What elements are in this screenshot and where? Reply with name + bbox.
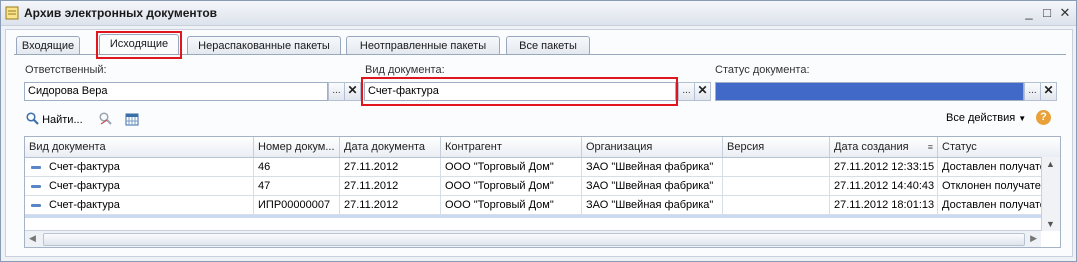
doc-type-clear-button[interactable]: ✕ xyxy=(694,82,711,101)
cancel-search-icon xyxy=(99,112,112,125)
responsible-select-button[interactable]: ... xyxy=(328,82,345,101)
cell-created-date: 27.11.2012 14:40:43 xyxy=(830,177,938,195)
doc-type-input[interactable]: Счет-фактура xyxy=(364,82,676,101)
search-icon xyxy=(26,112,39,125)
cell-status: Доставлен получате xyxy=(942,199,1041,211)
table-header: Вид документа Номер докум... Дата докуме… xyxy=(25,137,1060,158)
tab-label: Все пакеты xyxy=(519,40,577,52)
tab-unpacked[interactable]: Нераспакованные пакеты xyxy=(187,36,341,55)
responsible-label: Ответственный: xyxy=(25,64,107,76)
doc-status-select-button[interactable]: ... xyxy=(1024,82,1041,101)
doc-status-label: Статус документа: xyxy=(715,64,810,76)
cell-created-date: 27.11.2012 12:33:15 xyxy=(830,158,938,176)
tab-divider xyxy=(14,54,1066,55)
window-title: Архив электронных документов xyxy=(24,6,218,20)
find-button[interactable]: Найти... xyxy=(26,112,83,126)
tab-incoming[interactable]: Входящие xyxy=(16,36,80,55)
cell-doc-type: Счет-фактура xyxy=(25,196,254,214)
tab-label: Исходящие xyxy=(109,38,169,50)
tab-label: Входящие xyxy=(21,40,75,52)
all-actions-menu[interactable]: Все действия ▼ xyxy=(946,112,1026,124)
close-button[interactable]: ✕ xyxy=(1057,5,1073,21)
cell-doc-date: 27.11.2012 xyxy=(340,196,441,214)
cell-doc-date: 27.11.2012 xyxy=(340,177,441,195)
doc-type-value: Счет-фактура xyxy=(368,85,439,97)
cell-doc-type-text: Счет-фактура xyxy=(49,180,120,192)
title-bar: Архив электронных документов _ □ ✕ xyxy=(1,1,1076,26)
tab-all-packages[interactable]: Все пакеты xyxy=(506,36,590,55)
column-header-created-date[interactable]: Дата создания ≡ xyxy=(830,137,938,157)
column-header-status[interactable]: Статус xyxy=(938,137,1041,157)
column-header-version[interactable]: Версия xyxy=(723,137,830,157)
documents-table: Вид документа Номер докум... Дата докуме… xyxy=(24,136,1061,248)
cell-counterparty: ООО "Торговый Дом" xyxy=(441,177,582,195)
scroll-down-icon: ▼ xyxy=(1046,219,1055,229)
tab-unsent[interactable]: Неотправленные пакеты xyxy=(346,36,500,55)
document-icon xyxy=(31,165,41,169)
cell-counterparty: ООО "Торговый Дом" xyxy=(441,196,582,214)
column-header-number[interactable]: Номер докум... xyxy=(254,137,340,157)
column-header-organization[interactable]: Организация xyxy=(582,137,723,157)
cancel-search-button[interactable] xyxy=(99,112,113,129)
vertical-scrollbar[interactable]: ▲ ▼ xyxy=(1041,157,1060,231)
column-header-doc-date[interactable]: Дата документа xyxy=(340,137,441,157)
cell-created-date: 27.11.2012 18:01:13 xyxy=(830,196,938,214)
doc-type-select-button[interactable]: ... xyxy=(678,82,695,101)
doc-status-input[interactable] xyxy=(715,82,1024,101)
maximize-button[interactable]: □ xyxy=(1039,5,1055,21)
chevron-down-icon: ▼ xyxy=(1018,114,1027,123)
scroll-right-icon: ▶ xyxy=(1030,233,1037,243)
responsible-clear-button[interactable]: ✕ xyxy=(344,82,361,101)
cell-doc-type-text: Счет-фактура xyxy=(49,199,120,211)
document-icon xyxy=(31,184,41,188)
minimize-button[interactable]: _ xyxy=(1021,5,1037,21)
app-icon xyxy=(5,6,19,20)
row-selection-stripe xyxy=(25,215,1041,218)
responsible-value: Сидорова Вера xyxy=(28,85,108,97)
cell-version xyxy=(723,177,830,195)
cell-version xyxy=(723,158,830,176)
calendar-icon xyxy=(125,113,139,126)
cell-doc-type-text: Счет-фактура xyxy=(49,161,120,173)
table-row[interactable]: Счет-фактура 47 27.11.2012 ООО "Торговый… xyxy=(25,177,1041,196)
tab-label: Нераспакованные пакеты xyxy=(198,40,330,52)
responsible-input[interactable]: Сидорова Вера xyxy=(24,82,328,101)
cell-doc-type: Счет-фактура xyxy=(25,177,254,195)
horizontal-scrollbar[interactable]: ◀ ▶ xyxy=(25,230,1041,247)
created-date-label: Дата создания xyxy=(834,141,909,153)
tab-label: Неотправленные пакеты xyxy=(359,40,487,52)
cell-organization: ЗАО "Швейная фабрика" xyxy=(582,158,723,176)
cell-number: 47 xyxy=(254,177,340,195)
main-panel: Входящие Исходящие Нераспакованные пакет… xyxy=(5,29,1073,257)
cell-counterparty: ООО "Торговый Дом" xyxy=(441,158,582,176)
doc-type-label: Вид документа: xyxy=(365,64,445,76)
help-button[interactable]: ? xyxy=(1036,110,1051,125)
doc-status-clear-button[interactable]: ✕ xyxy=(1040,82,1057,101)
table-row[interactable]: Счет-фактура ИПР00000007 27.11.2012 ООО … xyxy=(25,196,1041,215)
table-row[interactable]: Счет-фактура 46 27.11.2012 ООО "Торговый… xyxy=(25,158,1041,177)
cell-status: Отклонен получате xyxy=(942,180,1041,192)
cell-organization: ЗАО "Швейная фабрика" xyxy=(582,177,723,195)
cell-doc-type: Счет-фактура xyxy=(25,158,254,176)
scroll-thumb[interactable] xyxy=(43,233,1025,246)
calendar-button[interactable] xyxy=(125,112,139,129)
cell-number: 46 xyxy=(254,158,340,176)
archive-window: Архив электронных документов _ □ ✕ Входя… xyxy=(0,0,1077,262)
tab-outgoing[interactable]: Исходящие xyxy=(99,34,179,55)
column-header-doc-type[interactable]: Вид документа xyxy=(25,137,254,157)
sort-icon: ≡ xyxy=(927,142,933,152)
find-label: Найти... xyxy=(42,114,83,126)
scroll-left-icon: ◀ xyxy=(29,233,36,243)
document-icon xyxy=(31,203,41,207)
cell-doc-date: 27.11.2012 xyxy=(340,158,441,176)
cell-status: Доставлен получате xyxy=(942,161,1041,173)
all-actions-label: Все действия xyxy=(946,112,1016,124)
scroll-up-icon: ▲ xyxy=(1046,159,1055,169)
cell-version xyxy=(723,196,830,214)
column-header-counterparty[interactable]: Контрагент xyxy=(441,137,582,157)
cell-number: ИПР00000007 xyxy=(254,196,340,214)
cell-organization: ЗАО "Швейная фабрика" xyxy=(582,196,723,214)
